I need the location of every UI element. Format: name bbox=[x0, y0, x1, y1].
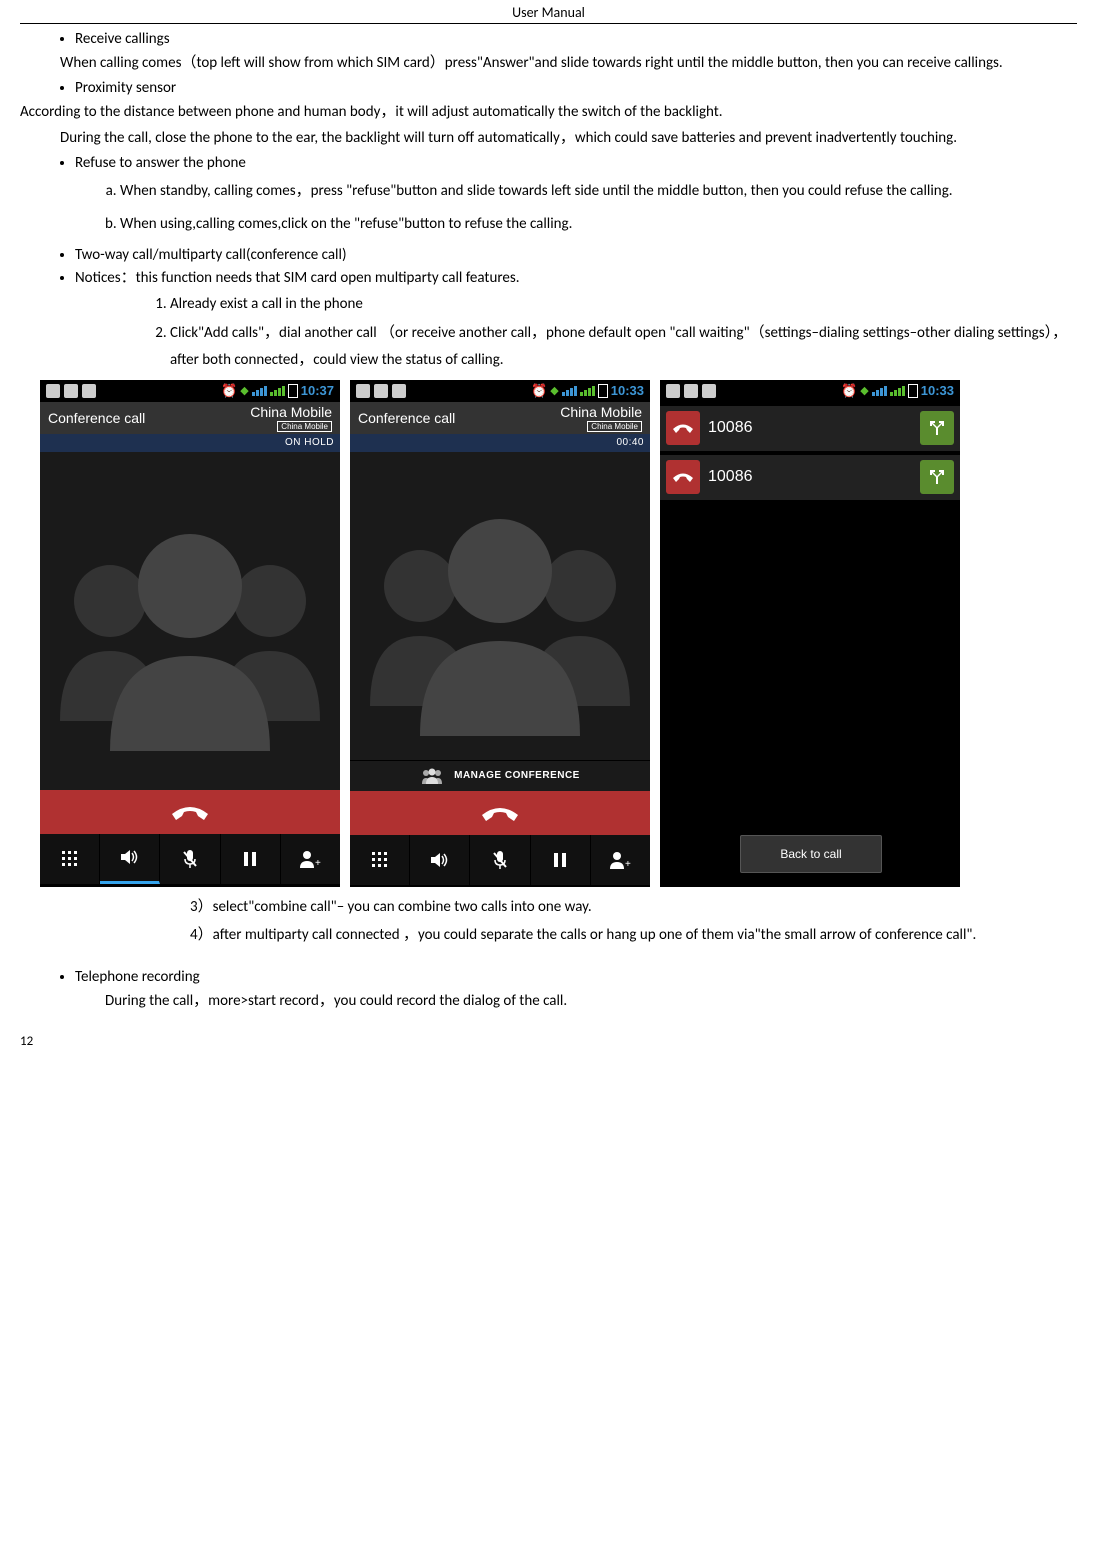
receive-paragraph: When calling comes（top left will show fr… bbox=[60, 52, 1077, 75]
signal-2-icon bbox=[580, 386, 595, 396]
contact-avatar bbox=[350, 452, 650, 760]
proximity-p1: According to the distance between phone … bbox=[20, 101, 1077, 124]
alarm-icon: ⏰ bbox=[531, 383, 547, 399]
signal-1-icon bbox=[562, 386, 577, 396]
signal-2-icon bbox=[890, 386, 905, 396]
carrier-box: China Mobile bbox=[277, 421, 332, 432]
recording-paragraph: During the call，more>start record，you co… bbox=[105, 990, 1077, 1013]
carrier-label: China Mobile bbox=[560, 404, 642, 420]
battery-icon bbox=[598, 384, 608, 398]
screenshot-2: ⏰◆ 10:33 Conference call China MobileChi… bbox=[350, 380, 650, 887]
call-status: ON HOLD bbox=[40, 434, 340, 452]
page-number: 12 bbox=[0, 1026, 1097, 1053]
call-title: Conference call bbox=[358, 410, 455, 426]
hold-button[interactable] bbox=[221, 834, 281, 884]
debug-icon bbox=[64, 384, 78, 398]
debug-icon bbox=[374, 384, 388, 398]
carrier-box: China Mobile bbox=[587, 421, 642, 432]
add-call-button[interactable]: + bbox=[281, 834, 340, 884]
call-duration: 00:40 bbox=[350, 434, 650, 452]
svg-text:+: + bbox=[625, 859, 631, 869]
screenshot-1: ⏰◆ 10:37 Conference call China MobileChi… bbox=[40, 380, 340, 887]
alarm-icon: ⏰ bbox=[221, 383, 237, 399]
refuse-b: When using,calling comes,click on the "r… bbox=[120, 211, 1077, 238]
bullet-twoway: Two-way call/multiparty call(conference … bbox=[75, 246, 1077, 264]
call-2-number: 10086 bbox=[708, 468, 753, 486]
screenshots-row: ⏰◆ 10:37 Conference call China MobileChi… bbox=[40, 380, 1077, 887]
usb-icon bbox=[666, 384, 680, 398]
proximity-p2: During the call, close the phone to the … bbox=[20, 127, 1077, 150]
usb-icon bbox=[46, 384, 60, 398]
battery-icon bbox=[908, 384, 918, 398]
end-call-1-button[interactable] bbox=[666, 411, 700, 445]
notif-icon bbox=[702, 384, 716, 398]
notif-icon bbox=[392, 384, 406, 398]
contact-avatar bbox=[40, 452, 340, 790]
end-call-2-button[interactable] bbox=[666, 460, 700, 494]
hangup-button[interactable] bbox=[40, 790, 340, 834]
bullet-notices: Notices：this function needs that SIM car… bbox=[75, 266, 1077, 287]
call-1-number: 10086 bbox=[708, 419, 753, 437]
svg-text:+: + bbox=[315, 858, 321, 868]
mute-button[interactable] bbox=[470, 835, 530, 885]
page-header: User Manual bbox=[20, 0, 1077, 24]
hangup-button[interactable] bbox=[350, 791, 650, 835]
call-header: Conference call China MobileChina Mobile bbox=[40, 402, 340, 434]
signal-2-icon bbox=[270, 386, 285, 396]
bottom-toolbar: + bbox=[40, 834, 340, 884]
refuse-a: When standby, calling comes，press "refus… bbox=[120, 178, 1077, 205]
mute-button[interactable] bbox=[160, 834, 220, 884]
notice-2: Click"Add calls"，dial another call （or r… bbox=[170, 320, 1077, 374]
status-bar: ⏰◆ 10:33 bbox=[660, 380, 960, 402]
dialpad-button[interactable] bbox=[40, 834, 100, 884]
status-bar: ⏰◆ 10:37 bbox=[40, 380, 340, 402]
screenshot-3: ⏰◆ 10:33 10086 10086 Back to call bbox=[660, 380, 960, 887]
data-icon: ◆ bbox=[550, 384, 558, 397]
dialpad-button[interactable] bbox=[350, 835, 410, 885]
battery-icon bbox=[288, 384, 298, 398]
bullet-proximity: Proximity sensor bbox=[75, 79, 1077, 97]
step-4: 4）after multiparty call connected ，you c… bbox=[190, 921, 1077, 950]
call-row-2: 10086 bbox=[660, 455, 960, 500]
debug-icon bbox=[684, 384, 698, 398]
data-icon: ◆ bbox=[860, 384, 868, 397]
notice-1: Already exist a call in the phone bbox=[170, 291, 1077, 318]
back-to-call-button[interactable]: Back to call bbox=[740, 835, 882, 873]
data-icon: ◆ bbox=[240, 384, 248, 397]
split-call-1-button[interactable] bbox=[920, 411, 954, 445]
call-title: Conference call bbox=[48, 410, 145, 426]
bottom-toolbar: + bbox=[350, 835, 650, 885]
add-call-button[interactable]: + bbox=[591, 835, 650, 885]
step-3: 3）select"combine call"– you can combine … bbox=[190, 893, 1077, 922]
bullet-receive: Receive callings bbox=[75, 30, 1077, 48]
split-call-2-button[interactable] bbox=[920, 460, 954, 494]
call-header: Conference call China MobileChina Mobile bbox=[350, 402, 650, 434]
hold-button[interactable] bbox=[531, 835, 591, 885]
alarm-icon: ⏰ bbox=[841, 383, 857, 399]
usb-icon bbox=[356, 384, 370, 398]
manage-conference-button[interactable]: MANAGE CONFERENCE bbox=[350, 760, 650, 791]
bullet-refuse: Refuse to answer the phone bbox=[75, 154, 1077, 172]
speaker-button[interactable] bbox=[100, 834, 160, 884]
manage-conference-label: MANAGE CONFERENCE bbox=[454, 770, 580, 781]
call-row-1: 10086 bbox=[660, 406, 960, 451]
clock-time: 10:33 bbox=[611, 383, 644, 398]
carrier-label: China Mobile bbox=[250, 404, 332, 420]
clock-time: 10:33 bbox=[921, 383, 954, 398]
signal-1-icon bbox=[252, 386, 267, 396]
status-bar: ⏰◆ 10:33 bbox=[350, 380, 650, 402]
notif-icon bbox=[82, 384, 96, 398]
signal-1-icon bbox=[872, 386, 887, 396]
speaker-button[interactable] bbox=[410, 835, 470, 885]
clock-time: 10:37 bbox=[301, 383, 334, 398]
bullet-recording: Telephone recording bbox=[75, 968, 1077, 986]
